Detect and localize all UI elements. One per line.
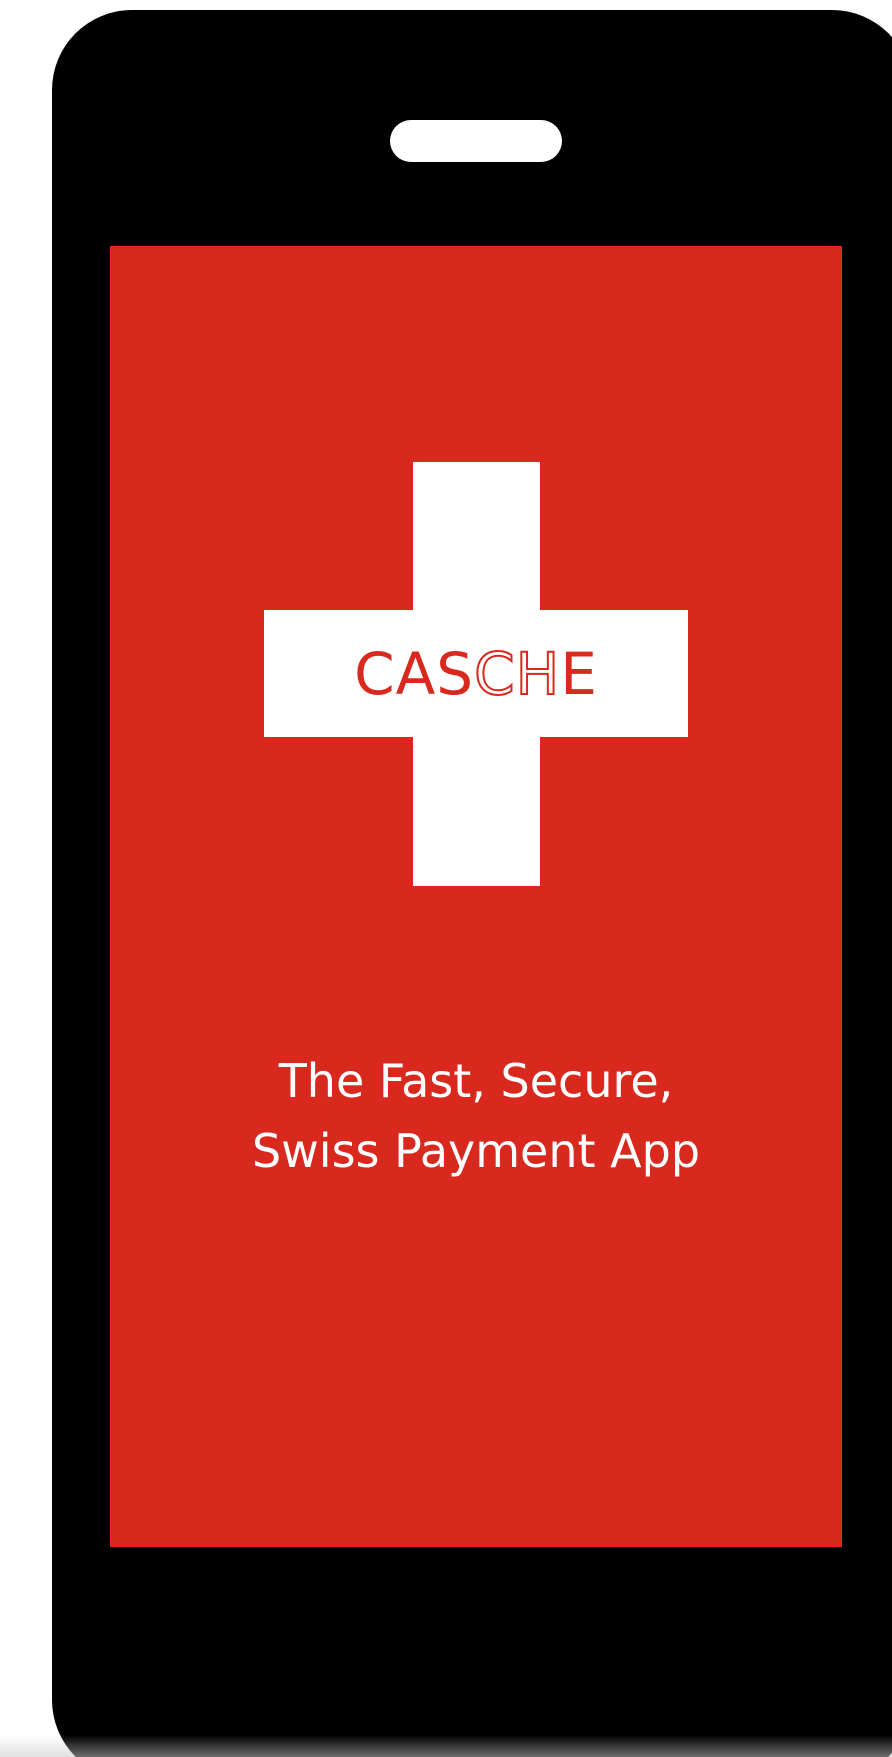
speaker-slot-icon: [390, 120, 562, 162]
logo-text-e: E: [560, 639, 598, 708]
logo-text-ch: CH: [473, 639, 561, 708]
page: CAS CH E The Fast, Secure, Swiss Payment A…: [0, 0, 892, 1757]
phone-frame: CAS CH E The Fast, Secure, Swiss Payment A…: [52, 10, 892, 1757]
bottom-shadow: [0, 1735, 892, 1757]
app-logo: CAS CH E: [264, 610, 688, 737]
app-screen[interactable]: CAS CH E The Fast, Secure, Swiss Payment A…: [110, 246, 842, 1547]
tagline-line-2: Swiss Payment App: [251, 1124, 701, 1178]
logo-text-cas: CAS: [354, 639, 475, 708]
tagline-line-1: The Fast, Secure,: [278, 1054, 674, 1108]
